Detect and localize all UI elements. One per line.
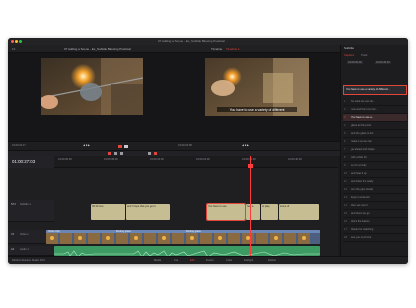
caption-row[interactable]: 7 go ahead and shape bbox=[343, 146, 407, 154]
playhead[interactable] bbox=[250, 156, 251, 256]
page-media[interactable]: Media bbox=[154, 259, 161, 262]
caption-row[interactable]: 1 So what we can do... bbox=[343, 98, 407, 106]
track-header-subtitle[interactable]: ST1 Subtitle 1 bbox=[8, 200, 54, 222]
subtitle-clip[interactable]: to play bbox=[261, 204, 278, 220]
subtitle-clip[interactable]: some of bbox=[279, 204, 319, 220]
page-edit[interactable]: Edit bbox=[190, 259, 194, 262]
caption-row-selected[interactable]: 3 You have to use a... bbox=[343, 114, 407, 122]
video-clip[interactable]: Video Clip Boding glass Boding glass bbox=[46, 230, 320, 244]
page-fusion[interactable]: Fusion bbox=[206, 259, 214, 262]
video-clip-label: Boding glass bbox=[186, 230, 201, 233]
snapping-icon[interactable] bbox=[148, 152, 151, 155]
source-frame-image bbox=[41, 58, 143, 115]
tab-track[interactable]: Track bbox=[361, 54, 367, 57]
ruler-mark: 01:00:40:00 bbox=[288, 158, 302, 161]
close-window-button[interactable] bbox=[11, 40, 14, 43]
timeline-viewer-label: Timeline bbox=[211, 47, 223, 51]
video-thumbnails bbox=[46, 230, 320, 244]
play-button[interactable]: ◀ ■ ▶ bbox=[83, 144, 90, 147]
caption-editor[interactable]: You have to use a variety of different..… bbox=[343, 85, 407, 95]
page-cut[interactable]: Cut bbox=[174, 259, 178, 262]
caption-row[interactable]: 11 and when it's ready bbox=[343, 178, 407, 186]
video-clip-label: Video Clip bbox=[48, 230, 60, 233]
subtitle-clip[interactable]: 00:10 one bbox=[91, 204, 125, 220]
subtitle-overlay: You have to use a variety of different bbox=[217, 107, 297, 112]
timeline-timecode: 01:00:27:03 bbox=[12, 159, 36, 164]
track-name: Video 1 bbox=[20, 233, 29, 236]
track-name: Subtitle 1 bbox=[20, 203, 31, 206]
project-title: 07 Adding a Scene - Ex_Subtitle Blowing … bbox=[158, 39, 225, 43]
end-timecode[interactable]: 01:00:46:16 bbox=[375, 61, 391, 64]
track-header-audio[interactable]: A1 Audio 1 bbox=[8, 246, 54, 256]
caption-row[interactable]: 10 and heat it up bbox=[343, 170, 407, 178]
ruler-mark: 01:00:32:00 bbox=[242, 158, 256, 161]
minimize-window-button[interactable] bbox=[15, 40, 18, 43]
subtitle-clip-selected[interactable]: You have to use bbox=[206, 203, 246, 221]
timeline-ruler[interactable]: 01:00:00:00 01:00:08:00 01:00:16:00 01:0… bbox=[54, 156, 338, 168]
ruler-mark: 01:00:08:00 bbox=[104, 158, 118, 161]
tab-captions[interactable]: Captions bbox=[344, 54, 354, 57]
playhead-handle[interactable] bbox=[248, 164, 253, 168]
subtitle-clip[interactable]: and I hope that you get it bbox=[126, 204, 170, 220]
timeline-name-label[interactable]: Timeline 1 bbox=[226, 47, 240, 51]
caption-row[interactable]: 5 and the glass is hot bbox=[343, 130, 407, 138]
timeline-panel[interactable]: 01:00:27:03 01:00:00:00 01:00:08:00 01:0… bbox=[8, 156, 338, 256]
timeline-viewer[interactable]: You have to use a variety of different bbox=[174, 53, 340, 141]
linked-selection-icon[interactable] bbox=[154, 152, 157, 155]
record-timecode: 01:00:23:08 bbox=[178, 144, 192, 147]
ruler-mark: 01:00:00:00 bbox=[58, 158, 72, 161]
app-name-label: DaVinci Resolve Studio 18.6 bbox=[12, 259, 45, 262]
source-transport-bar: 01:00:22:17 ◀ ■ ▶ bbox=[8, 141, 174, 150]
audio-clip[interactable] bbox=[54, 246, 320, 256]
caption-row[interactable]: 16 that's the basics bbox=[343, 218, 407, 226]
source-clip-label: 07 Adding a Scene - Ex_Subtitle Blowing … bbox=[64, 47, 131, 51]
source-timecode: 01:00:22:17 bbox=[12, 144, 26, 147]
track-id: V1 bbox=[11, 233, 15, 236]
subtitle-inspector-panel: Subtitle Captions Track 01:00:00:00 01:0… bbox=[340, 45, 408, 256]
resolve-window: 07 Adding a Scene - Ex_Subtitle Blowing … bbox=[8, 38, 408, 264]
insert-clip-icon[interactable] bbox=[118, 145, 122, 148]
caption-row[interactable]: 9 so it's a tricky bbox=[343, 162, 407, 170]
page-color[interactable]: Color bbox=[226, 259, 232, 262]
caption-row[interactable]: 14 then we cool it bbox=[343, 202, 407, 210]
caption-row[interactable]: 17 thanks for watching bbox=[343, 226, 407, 234]
caption-row[interactable]: 6 make it so we can bbox=[343, 138, 407, 146]
page-deliver[interactable]: Deliver bbox=[268, 259, 276, 262]
overwrite-clip-icon[interactable] bbox=[124, 145, 128, 148]
video-clip-label: Boding glass bbox=[116, 230, 131, 233]
timeline-viewer-header: Timeline Timeline 1 bbox=[174, 45, 340, 53]
caption-row[interactable]: 4 glass at this point bbox=[343, 122, 407, 130]
page-fairlight[interactable]: Fairlight bbox=[244, 259, 253, 262]
inspector-title: Subtitle bbox=[344, 46, 355, 50]
trim-tool-icon[interactable] bbox=[114, 152, 117, 155]
caption-row[interactable]: 12 turn the pipe slowly bbox=[343, 186, 407, 194]
track-id: ST1 bbox=[11, 203, 16, 206]
caption-row[interactable]: 8 with a little bit bbox=[343, 154, 407, 162]
timeline-frame-image: You have to use a variety of different bbox=[205, 58, 309, 116]
audio-waveform bbox=[54, 250, 320, 256]
blade-tool-icon[interactable] bbox=[120, 152, 123, 155]
timeline-timecode-box: 01:00:27:03 bbox=[8, 156, 54, 168]
caption-row[interactable]: 15 and there we go bbox=[343, 210, 407, 218]
ruler-mark: 01:00:24:00 bbox=[196, 158, 210, 161]
timeline-transport-bar: 01:00:23:08 ◀ ■ ▶ bbox=[174, 141, 340, 150]
start-timecode[interactable]: 01:00:00:00 bbox=[347, 61, 363, 64]
caption-row[interactable]: 2 now and then cut into... bbox=[343, 106, 407, 114]
timeline-play-button[interactable]: ◀ ■ ▶ bbox=[242, 144, 249, 147]
subtitle-clip[interactable]: has a bbox=[246, 204, 260, 220]
track-name: Audio 1 bbox=[20, 248, 29, 251]
caption-row[interactable]: 13 keep it centered bbox=[343, 194, 407, 202]
selection-tool-icon[interactable] bbox=[108, 152, 111, 155]
source-viewer-header: 07 Adding a Scene - Ex_Subtitle Blowing … bbox=[8, 45, 174, 53]
source-zoom-label[interactable]: Fit bbox=[12, 47, 15, 51]
track-id: A1 bbox=[11, 248, 15, 251]
page-switcher-bar: DaVinci Resolve Studio 18.6 Media Cut Ed… bbox=[8, 256, 408, 264]
caption-row[interactable]: 18 see you next time bbox=[343, 234, 407, 242]
source-viewer[interactable] bbox=[8, 53, 174, 141]
zoom-window-button[interactable] bbox=[19, 40, 22, 43]
ruler-mark: 01:00:16:00 bbox=[150, 158, 164, 161]
